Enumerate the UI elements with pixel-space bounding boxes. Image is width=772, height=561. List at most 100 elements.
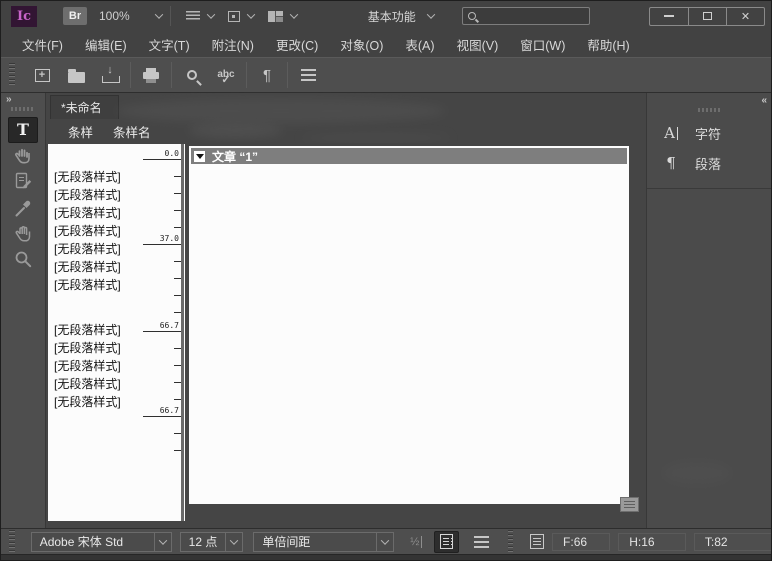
chevron-down-icon [376, 533, 393, 551]
hand-tool-button[interactable] [8, 221, 38, 247]
chevron-down-icon [246, 10, 254, 18]
document-tab-label: *未命名 [61, 99, 102, 116]
zoom-tool-button[interactable] [8, 247, 38, 273]
document-tab[interactable]: *未命名 [50, 95, 119, 119]
menu-view[interactable]: 视图(V) [446, 31, 510, 57]
arrange-documents-dropdown[interactable] [268, 11, 297, 22]
close-button[interactable]: ✕ [726, 8, 764, 25]
line-number-toggle[interactable]: ½ [410, 536, 422, 548]
screen-mode-dropdown[interactable] [228, 11, 254, 22]
paragraph-panel-label: 段落 [695, 154, 721, 173]
menu-object[interactable]: 对象(O) [329, 31, 394, 57]
character-panel-icon: A [660, 124, 682, 142]
print-button[interactable] [134, 61, 168, 89]
info-column-toggle[interactable] [434, 531, 459, 553]
type-tool-icon: T [17, 122, 29, 138]
menu-help[interactable]: 帮助(H) [576, 31, 640, 57]
copyfit-info-button[interactable] [523, 528, 550, 556]
close-icon: ✕ [741, 10, 750, 23]
copyfit-t-count: T:82 [694, 533, 772, 551]
font-family-select[interactable]: Adobe 宋体 Std [31, 532, 172, 552]
open-button[interactable] [59, 61, 93, 89]
story-page[interactable]: 文章 “1” [189, 146, 629, 504]
separator [130, 62, 131, 88]
ruler-tick [174, 433, 181, 434]
new-document-button[interactable]: + [25, 61, 59, 89]
type-tool-button[interactable]: T [8, 117, 38, 143]
hidden-characters-button[interactable]: ¶ [250, 61, 284, 89]
new-document-icon: + [35, 69, 50, 82]
half-icon: ½ [410, 536, 419, 548]
tools-panel-collapse-button[interactable]: » [1, 93, 45, 106]
copyfit-grip-handle[interactable] [508, 530, 514, 554]
ruler-tick [174, 261, 181, 262]
window-controls: ✕ [649, 7, 765, 26]
incopy-logo-icon: Ic [11, 6, 37, 27]
page-corner-icon[interactable] [620, 497, 639, 512]
leading-select[interactable]: 单倍间距 [253, 532, 394, 552]
divider [647, 188, 772, 189]
minimize-button[interactable] [650, 8, 688, 25]
chevron-down-icon [154, 533, 171, 551]
menu-notes[interactable]: 附注(N) [201, 31, 265, 57]
zoom-level-dropdown[interactable]: 100% [99, 9, 162, 23]
menu-edit[interactable]: 编辑(E) [74, 31, 138, 57]
magnifier-icon [12, 248, 34, 272]
dock-expand-button[interactable]: « [647, 93, 772, 107]
search-input[interactable] [481, 10, 584, 22]
story-collapse-button[interactable] [194, 151, 205, 162]
workspace-switcher[interactable]: 基本功能 [368, 8, 434, 25]
menu-type[interactable]: 文字(T) [138, 31, 201, 57]
workspace-name: 基本功能 [368, 8, 416, 25]
ruler-tick [174, 399, 181, 400]
search-icon [468, 12, 476, 20]
ruler-tick-major [143, 244, 181, 245]
tab-galley[interactable]: 条样 [68, 122, 93, 141]
find-button[interactable] [175, 61, 209, 89]
panel-character[interactable]: A 字符 [647, 118, 772, 148]
character-panel-label: 字符 [695, 124, 721, 143]
panel-paragraph[interactable]: ¶ 段落 [647, 148, 772, 178]
smudge-artifact [188, 123, 283, 138]
eyedropper-tool-button[interactable] [8, 195, 38, 221]
eyedropper-icon [12, 196, 34, 220]
maximize-icon [703, 12, 712, 20]
position-tool-button[interactable] [8, 143, 38, 169]
font-size-value: 12 点 [181, 533, 226, 550]
toolbar-grip-handle[interactable] [9, 63, 15, 87]
spellcheck-button[interactable]: abc✓ [209, 61, 243, 89]
paragraph-style-list: [无段落样式] [无段落样式] [无段落样式] [无段落样式] [无段落样式] [54, 321, 121, 411]
title-bar: Ic Br 100% 基本功能 ✕ [1, 1, 772, 31]
tools-panel-grip-handle[interactable] [11, 107, 35, 111]
ruler-tick [174, 365, 181, 366]
tab-galley-2[interactable]: 条样名 [113, 122, 151, 141]
toolbar-menu-button[interactable] [291, 61, 325, 89]
dock-grip-handle[interactable] [698, 108, 722, 112]
statusbar-grip-handle[interactable] [9, 530, 15, 554]
menu-table[interactable]: 表(A) [394, 31, 445, 57]
maximize-button[interactable] [688, 8, 726, 25]
ruler-tick [174, 176, 181, 177]
menu-window[interactable]: 窗口(W) [509, 31, 576, 57]
menu-file[interactable]: 文件(F) [11, 31, 74, 57]
bridge-button[interactable]: Br [63, 7, 87, 25]
paragraph-style-label: [无段落样式] [54, 258, 121, 276]
chevron-down-icon [289, 10, 297, 18]
copyfit-f-count: F:66 [552, 533, 610, 551]
save-button[interactable]: ↓ [93, 61, 127, 89]
triangle-down-icon [196, 154, 204, 159]
menu-changes[interactable]: 更改(C) [265, 31, 329, 57]
ruler-tick [174, 227, 181, 228]
position-hand-icon [12, 144, 34, 168]
note-tool-button[interactable] [8, 169, 38, 195]
arrange-documents-icon [268, 11, 283, 22]
page-lines-icon [530, 534, 544, 549]
story-title: 文章 “1” [212, 148, 258, 165]
paragraph-style-label: [无段落样式] [54, 186, 121, 204]
ruler-tick-major [143, 331, 181, 332]
view-options-dropdown[interactable] [186, 11, 214, 21]
incopy-window: Ic Br 100% 基本功能 ✕ [0, 0, 772, 561]
paragraph-style-label: [无段落样式] [54, 339, 121, 357]
statusbar-menu-button[interactable] [465, 528, 497, 556]
font-size-select[interactable]: 12 点 [180, 532, 244, 552]
